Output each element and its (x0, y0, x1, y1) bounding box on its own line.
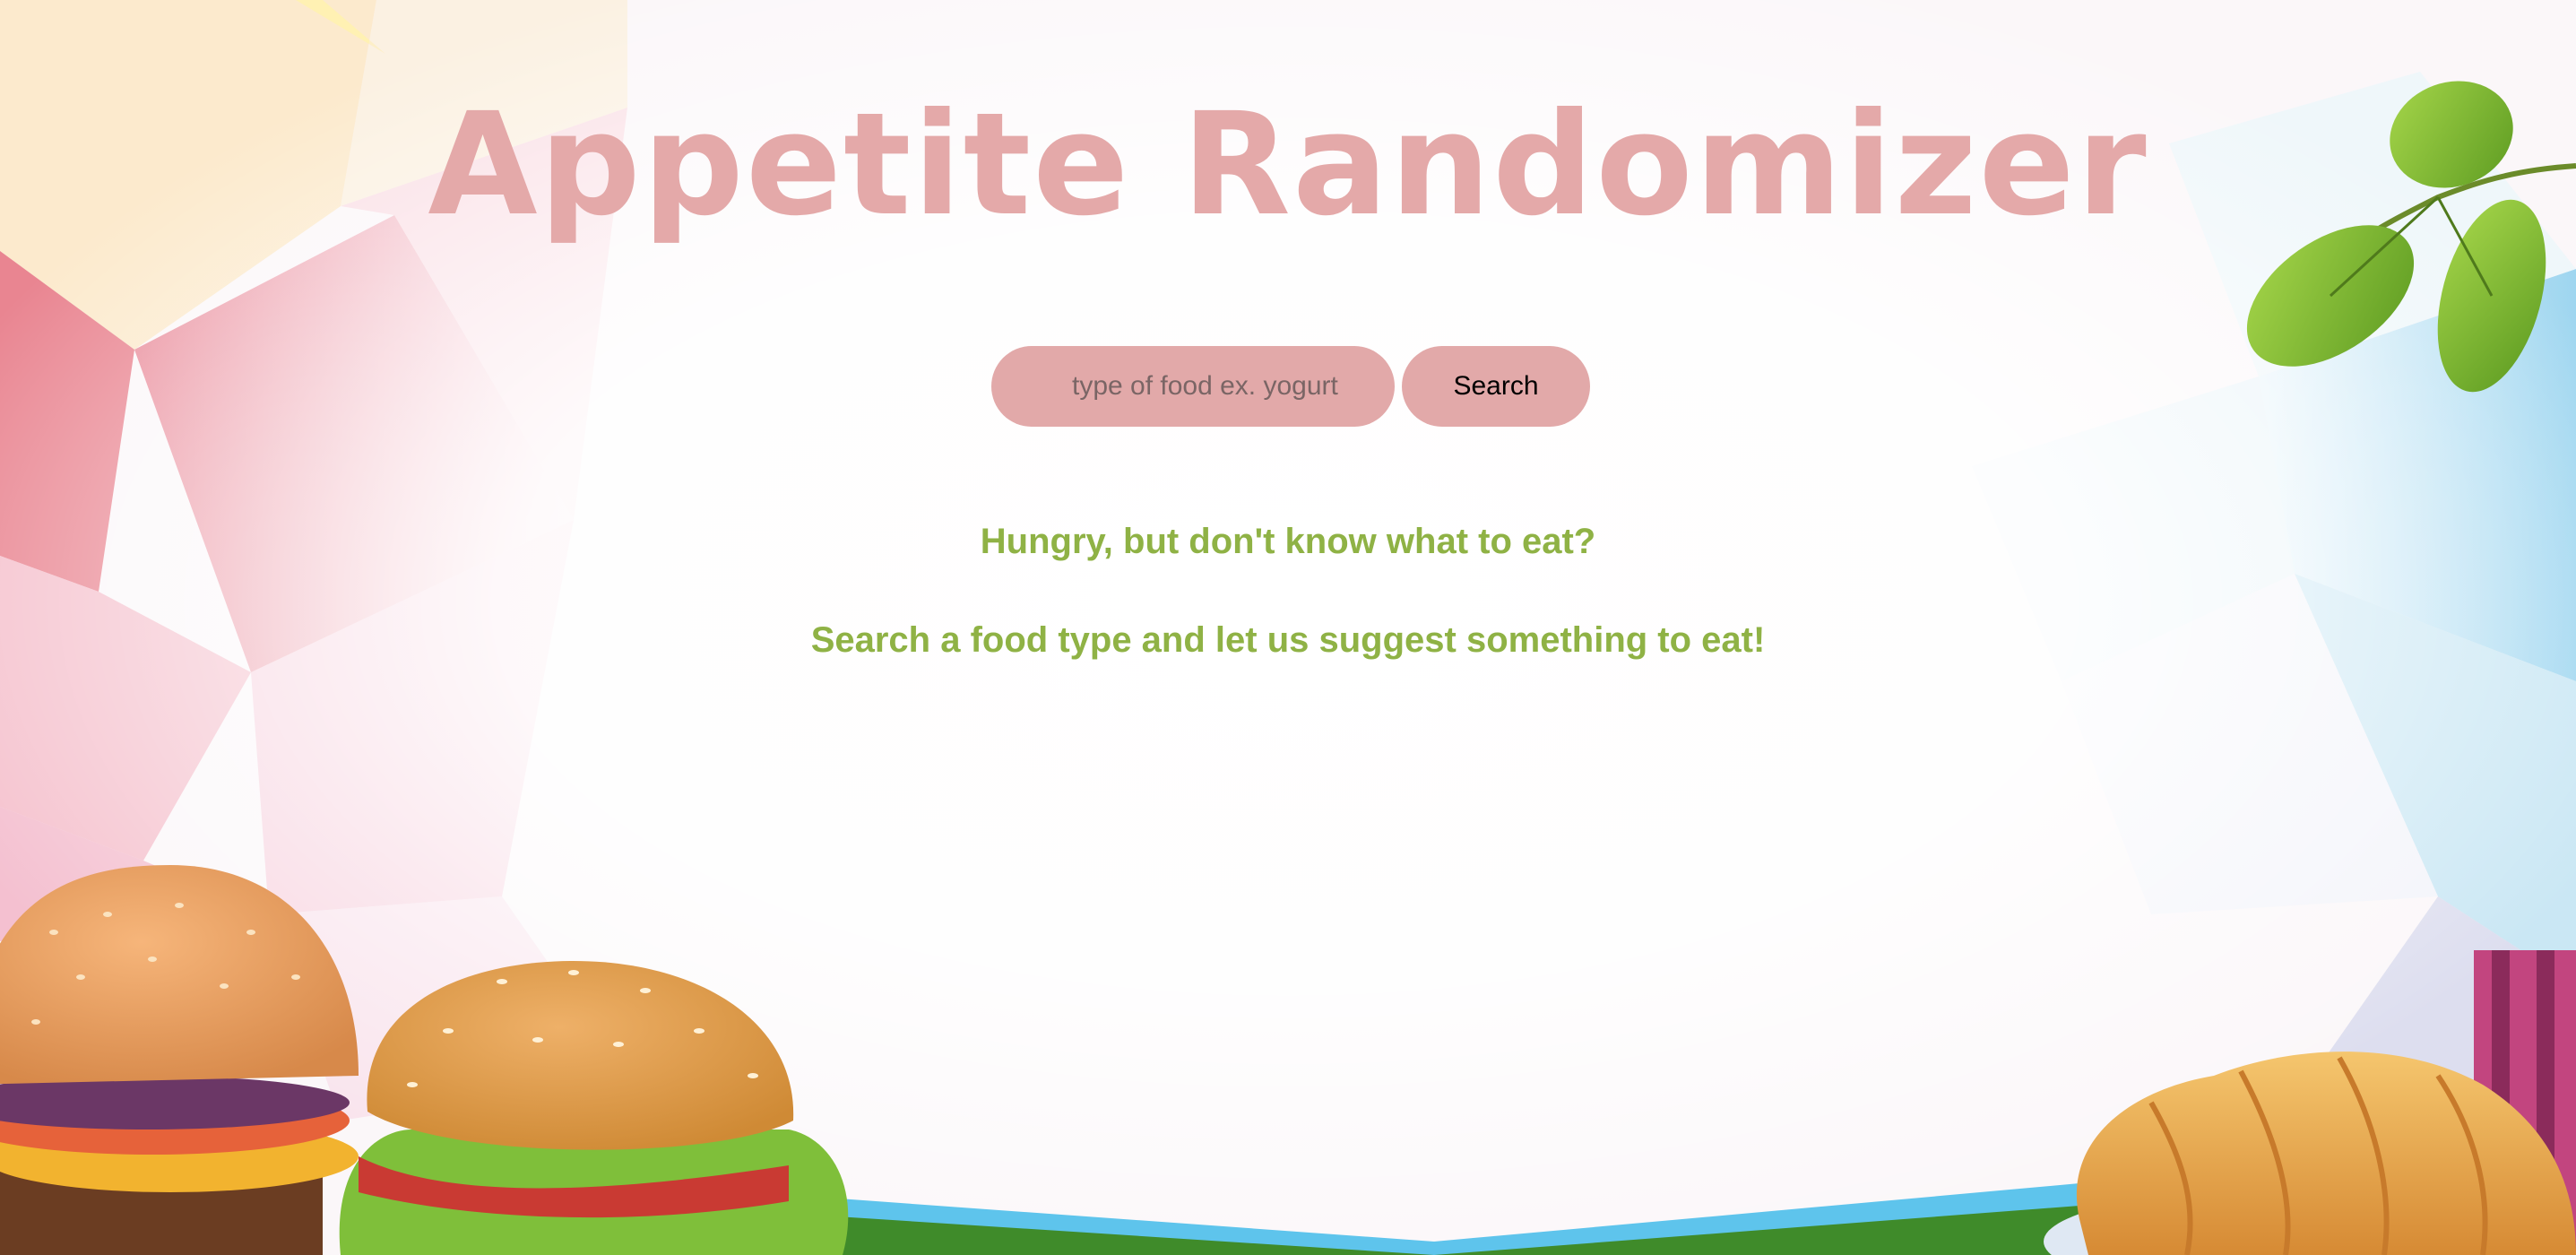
intro-question: Hungry, but don't know what to eat? (980, 522, 1596, 561)
page-title: Appetite Randomizer (428, 82, 2148, 247)
food-type-search-input[interactable] (991, 346, 1395, 427)
burger-icon (0, 865, 359, 1255)
search-form: Search (991, 346, 1590, 427)
search-button[interactable]: Search (1402, 346, 1590, 427)
intro-instruction: Search a food type and let us suggest so… (810, 620, 1766, 660)
